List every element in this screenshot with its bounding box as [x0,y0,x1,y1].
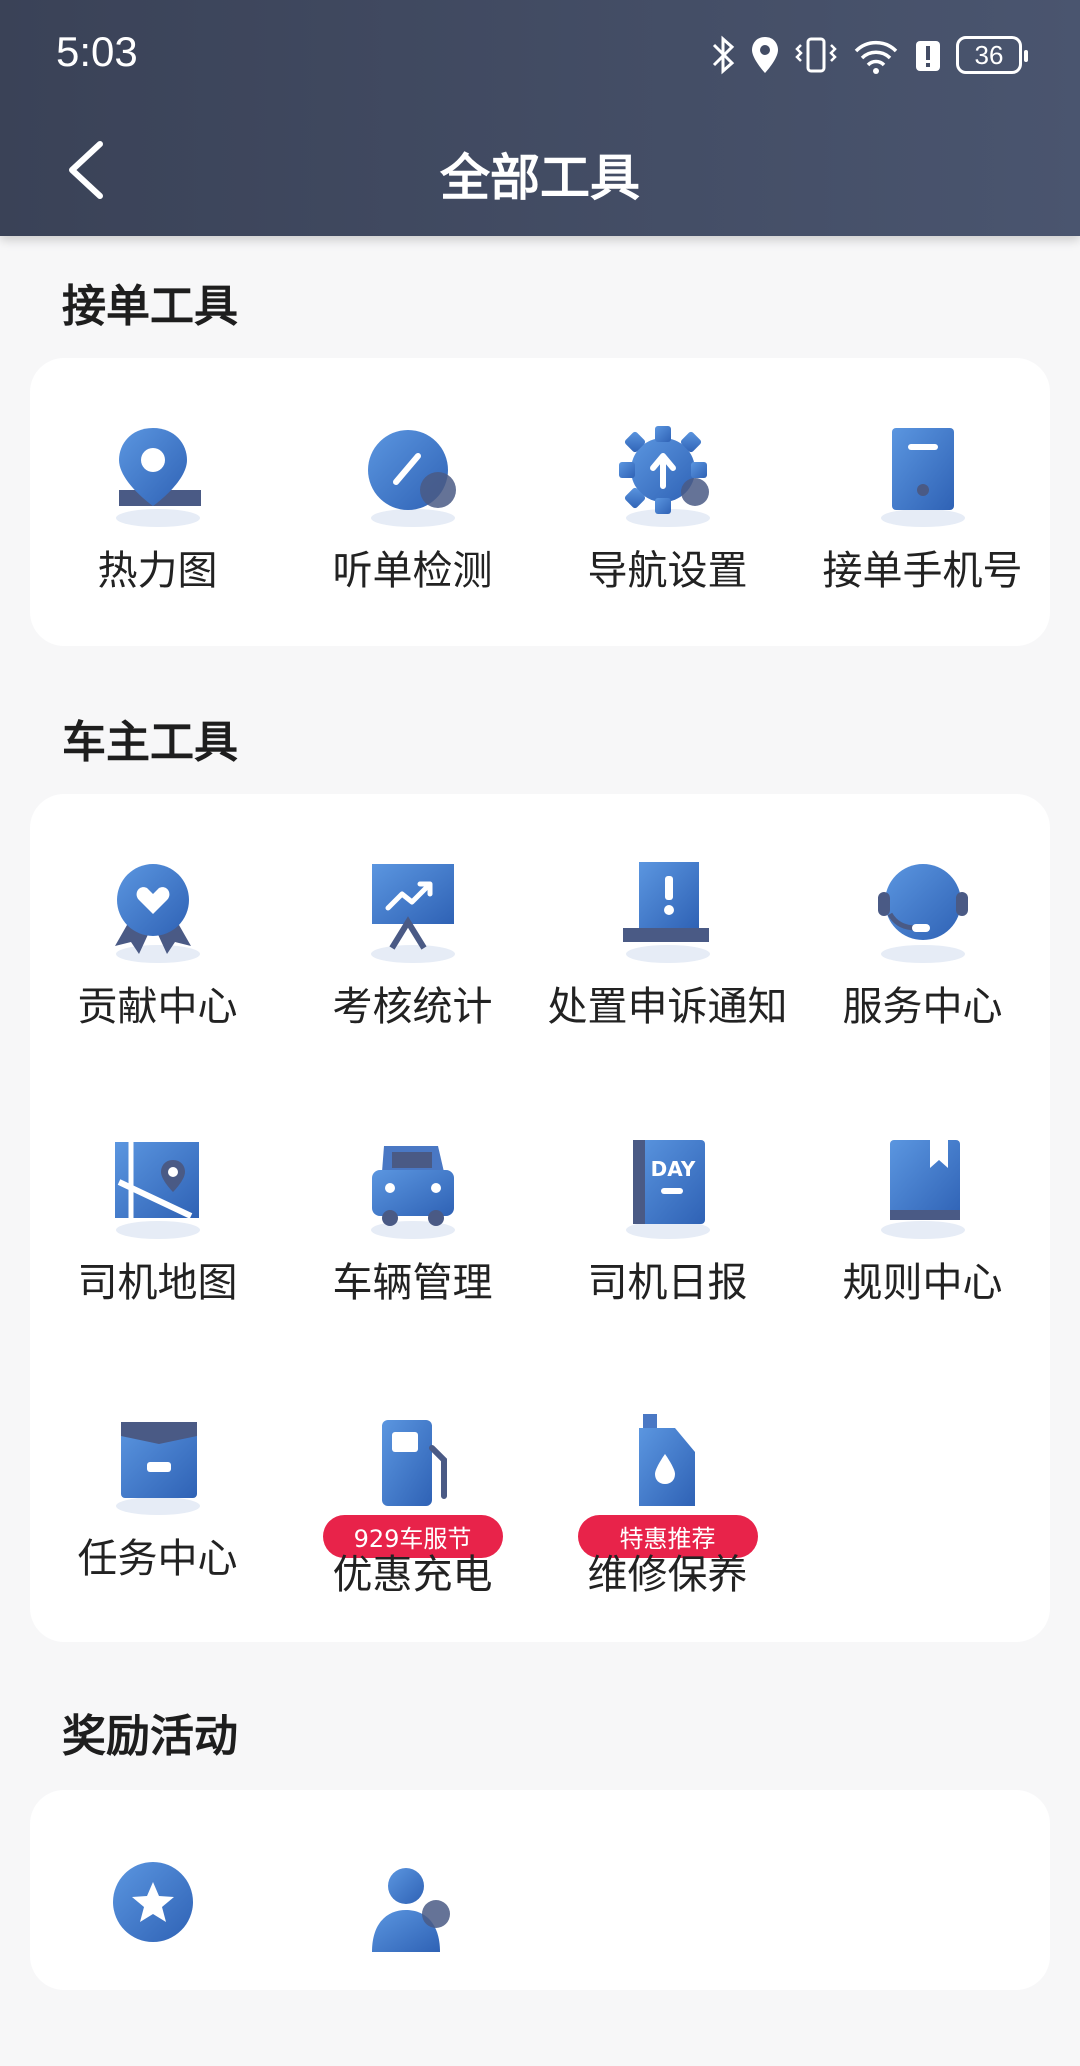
tool-driver-daily[interactable]: DAY 司机日报 [540,1070,795,1346]
fuel-pump-icon [381,1420,447,1506]
map-icon [114,1142,200,1239]
headset-icon [877,864,968,963]
tool-maintenance[interactable]: 特惠推荐 维修保养 [540,1346,795,1622]
tool-label: 规则中心 [842,1260,1003,1306]
phone-icon [880,428,965,527]
tool-nav-settings[interactable]: 导航设置 [540,358,795,634]
tool-reward-person[interactable] [285,1790,540,2066]
order-tools-card: 热力图 听单检测 导航设置 接单手机号 [30,358,1050,646]
vibrate-icon [795,37,837,73]
tool-label: 热力图 [97,548,218,594]
tool-driver-map[interactable]: 司机地图 [30,1070,285,1346]
bluetooth-icon [712,35,735,75]
task-box-icon [115,1422,200,1515]
status-time: 5:03 [56,28,138,75]
tool-label: 听单检测 [332,548,493,594]
tool-order-phone[interactable]: 接单手机号 [795,358,1050,634]
tool-label: 导航设置 [587,548,748,594]
page-title: 全部工具 [440,149,640,207]
heart-badge-icon [114,864,200,963]
day-book-icon: DAY [625,1140,710,1239]
car-icon [370,1146,455,1239]
owner-tools-card: 贡献中心 考核统计 处置申诉通知 服务中心 司机地图 车辆管理 DAY 司机日报… [30,794,1050,1642]
tool-label: 接单手机号 [822,548,1023,594]
status-icons: 36 [710,30,1028,80]
tool-label: 维修保养 [587,1552,748,1598]
alert-icon [916,41,940,71]
oil-can-icon [638,1414,695,1506]
section-title-order-tools: 接单工具 [62,281,238,332]
tool-label: 任务中心 [77,1536,238,1582]
section-title-owner-tools: 车主工具 [62,717,238,768]
top-header: 5:03 36 全部工具 [0,0,1080,236]
wifi-icon [854,40,898,74]
tool-appeal-notice[interactable]: 处置申诉通知 [540,794,795,1070]
tool-assessment-stats[interactable]: 考核统计 [285,794,540,1070]
bookmark-book-icon [880,1140,965,1239]
tool-label: 车辆管理 [332,1260,493,1306]
alert-laptop-icon [622,862,710,963]
map-pin-icon [115,428,201,527]
battery-indicator: 36 [956,36,1028,74]
tool-contribution[interactable]: 贡献中心 [30,794,285,1070]
tool-label: 优惠充电 [332,1552,493,1598]
gauge-icon [367,430,456,527]
tool-service-center[interactable]: 服务中心 [795,794,1050,1070]
tool-vehicle-management[interactable]: 车辆管理 [285,1070,540,1346]
location-icon [752,37,778,73]
tool-label: 贡献中心 [77,984,238,1030]
tool-label: 处置申诉通知 [547,984,788,1030]
section-title-rewards: 奖励活动 [62,1711,238,1762]
tool-heatmap[interactable]: 热力图 [30,358,285,634]
star-badge-icon [112,1862,193,1942]
tool-reward-star[interactable] [30,1790,285,2066]
tool-order-check[interactable]: 听单检测 [285,358,540,634]
tool-rules-center[interactable]: 规则中心 [795,1070,1050,1346]
gear-arrow-icon [618,426,710,527]
tool-label: 司机日报 [587,1260,748,1306]
tool-label: 服务中心 [842,984,1003,1030]
tool-label: 考核统计 [332,984,493,1030]
tool-task-center[interactable]: 任务中心 [30,1346,285,1622]
person-icon [371,1868,450,1952]
rewards-card [30,1790,1050,1990]
tool-discount-charging[interactable]: 929车服节 优惠充电 [285,1346,540,1622]
tool-label: 司机地图 [77,1260,238,1306]
svg-text:DAY: DAY [650,1157,695,1181]
chart-board-icon [370,864,455,963]
